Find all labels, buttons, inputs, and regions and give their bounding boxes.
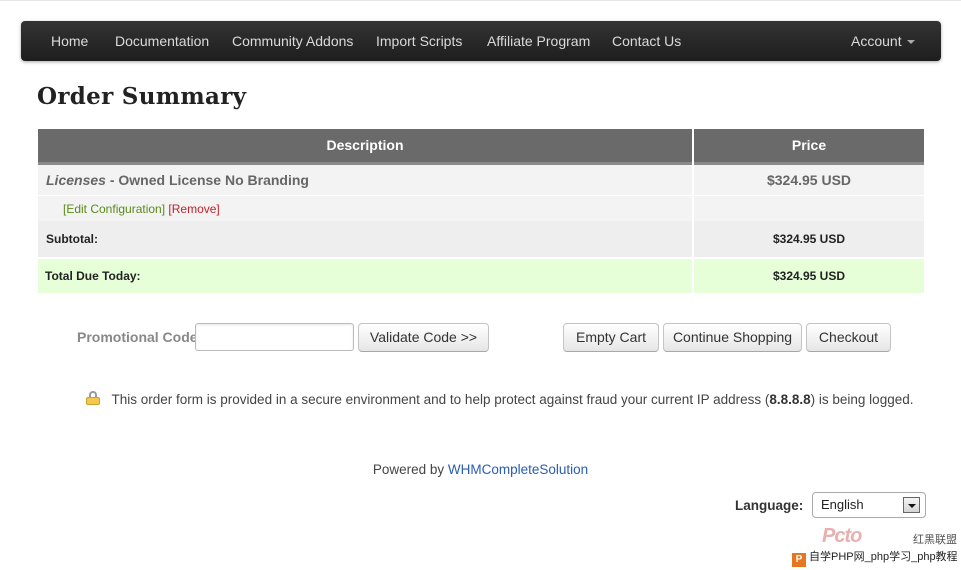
nav-contact-us[interactable]: Contact Us — [612, 21, 681, 61]
watermark-logo: Pcto — [822, 525, 862, 547]
subtotal-label: Subtotal: — [38, 221, 692, 257]
powered-by-link[interactable]: WHMCompleteSolution — [448, 462, 588, 477]
table-row-subtotal: Subtotal: $324.95 USD — [38, 221, 924, 257]
empty-cart-button[interactable]: Empty Cart — [563, 323, 659, 352]
total-label: Total Due Today: — [38, 259, 692, 293]
subtotal-value: $324.95 USD — [694, 221, 924, 257]
table-row-total: Total Due Today: $324.95 USD — [38, 259, 924, 293]
table-header-row: Description Price — [38, 129, 924, 165]
security-text-before: This order form is provided in a secure … — [111, 392, 770, 407]
column-header-price: Price — [694, 129, 924, 165]
item-description: Licenses - Owned License No Branding — [38, 165, 692, 195]
checkout-button[interactable]: Checkout — [806, 323, 891, 352]
watermark-bar: P 自学PHP网_php学习_php教程 — [792, 547, 961, 567]
total-value: $324.95 USD — [694, 259, 924, 293]
top-navbar: Home Documentation Community Addons Impo… — [21, 21, 941, 61]
nav-import-scripts[interactable]: Import Scripts — [376, 21, 462, 61]
nav-account-dropdown[interactable]: Account — [851, 21, 915, 61]
watermark-icon: P — [792, 553, 806, 567]
watermark-text: 自学PHP网_php学习_php教程 — [809, 551, 958, 563]
column-header-description: Description — [38, 129, 692, 165]
edit-configuration-link[interactable]: [Edit Configuration] — [63, 202, 165, 216]
lock-icon — [86, 391, 100, 405]
powered-by: Powered by WHMCompleteSolution — [0, 462, 961, 477]
language-select[interactable]: English — [812, 492, 926, 518]
account-label: Account — [851, 33, 902, 49]
promo-code-input[interactable] — [195, 323, 354, 351]
security-notice: This order form is provided in a secure … — [86, 391, 913, 407]
ip-address: 8.8.8.8 — [769, 392, 811, 407]
language-label: Language: — [735, 498, 804, 513]
item-actions-empty-cell — [694, 195, 924, 221]
remove-item-link[interactable]: [Remove] — [168, 202, 219, 216]
nav-community-addons[interactable]: Community Addons — [232, 21, 353, 61]
table-row-item-actions: [Edit Configuration] [Remove] — [38, 195, 924, 221]
security-text: This order form is provided in a secure … — [112, 392, 914, 407]
continue-shopping-button[interactable]: Continue Shopping — [663, 323, 802, 352]
page-title: Order Summary — [37, 83, 247, 110]
promo-code-label: Promotional Code — [77, 329, 198, 345]
item-group: Licenses — [46, 172, 106, 188]
item-name: Owned License No Branding — [118, 172, 309, 188]
language-selected-value: English — [821, 497, 864, 512]
dropdown-arrow-icon — [903, 497, 920, 513]
table-row-item: Licenses - Owned License No Branding $32… — [38, 165, 924, 195]
security-text-after: ) is being logged. — [810, 392, 914, 407]
nav-affiliate-program[interactable]: Affiliate Program — [487, 21, 590, 61]
caret-down-icon — [906, 40, 915, 45]
watermark-logo-subtitle: 红黑联盟 — [913, 534, 957, 546]
powered-by-text: Powered by — [372, 462, 448, 477]
nav-documentation[interactable]: Documentation — [115, 21, 209, 61]
item-actions: [Edit Configuration] [Remove] — [38, 195, 692, 221]
item-price: $324.95 USD — [694, 165, 924, 195]
item-separator: - — [105, 172, 119, 188]
nav-home[interactable]: Home — [51, 21, 88, 61]
validate-code-button[interactable]: Validate Code >> — [358, 323, 489, 352]
